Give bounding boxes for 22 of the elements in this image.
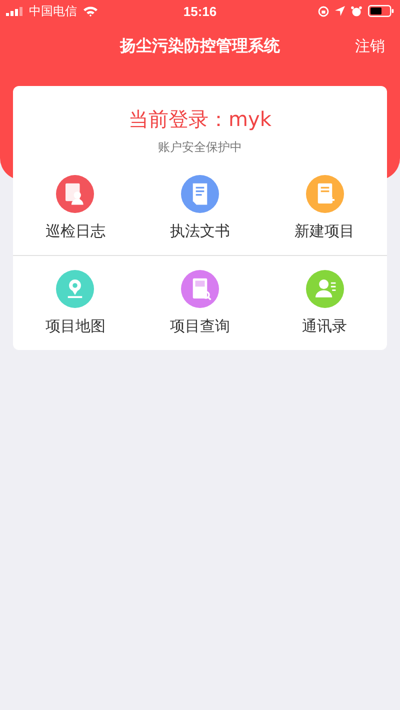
menu-item[interactable]: 新建项目 bbox=[262, 175, 387, 241]
security-status-text: 账户安全保护中 bbox=[158, 139, 242, 156]
document-icon bbox=[180, 175, 219, 213]
map-icon bbox=[56, 270, 94, 308]
menu-item[interactable]: 执法文书 bbox=[138, 175, 262, 241]
wifi-icon bbox=[83, 6, 98, 16]
inspector-icon bbox=[56, 175, 94, 213]
menu-item[interactable]: 项目地图 bbox=[13, 270, 138, 336]
menu-item[interactable]: 项目查询 bbox=[138, 270, 262, 336]
search-icon bbox=[180, 270, 219, 308]
current-user-text: 当前登录：myk bbox=[128, 106, 272, 133]
clock-time: 15:16 bbox=[183, 4, 217, 18]
rotation-lock-icon bbox=[318, 6, 329, 16]
menu-item[interactable]: 巡检日志 bbox=[13, 175, 138, 241]
signal-icon bbox=[6, 6, 23, 16]
alarm-icon bbox=[351, 6, 362, 16]
contacts-icon bbox=[306, 270, 344, 308]
page-title: 扬尘污染防控管理系统 bbox=[118, 36, 281, 56]
menu-item[interactable]: 通讯录 bbox=[262, 270, 387, 336]
location-arrow-icon bbox=[335, 6, 345, 16]
carrier-name: 中国电信 bbox=[29, 2, 77, 20]
battery-icon bbox=[368, 5, 394, 17]
